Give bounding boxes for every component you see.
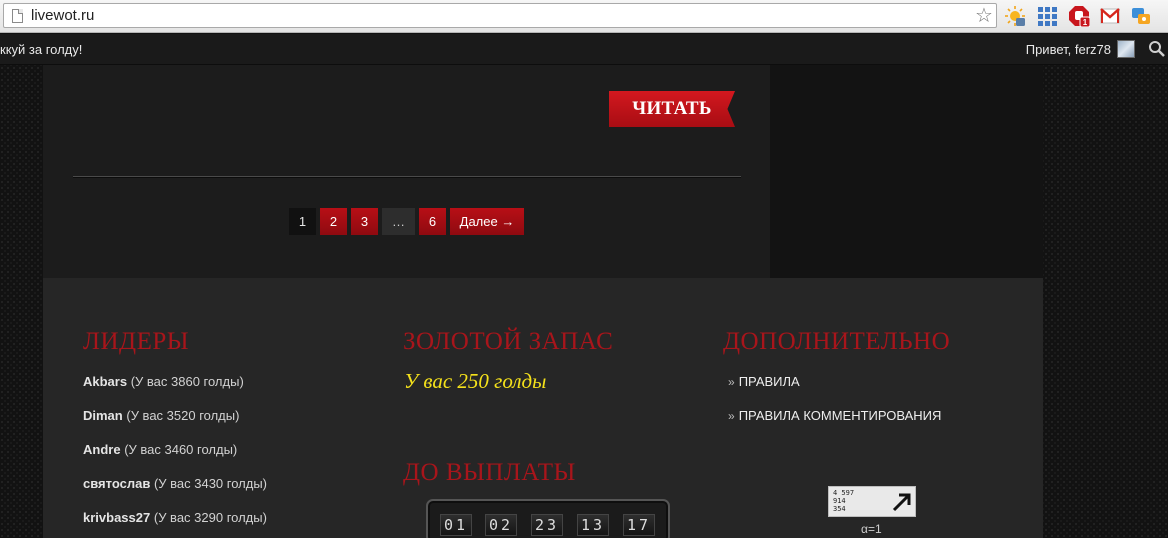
- next-page-button[interactable]: Далее →: [450, 208, 524, 235]
- divider: [73, 176, 741, 177]
- arrow-up-right-icon: [892, 493, 911, 512]
- url-text[interactable]: livewot.ru: [31, 7, 94, 24]
- chevron-right-icon: »: [728, 409, 735, 423]
- countdown-digits: 01: [440, 514, 472, 536]
- visitor-counter[interactable]: 4 597 914 354: [828, 486, 916, 517]
- comment-rules-link-label: ПРАВИЛА КОММЕНТИРОВАНИЯ: [738, 408, 942, 423]
- counter-line: 354: [833, 505, 846, 513]
- user-greeting[interactable]: Привет, ferz78: [1026, 42, 1111, 57]
- page-icon: [12, 9, 23, 23]
- counter-caption: α=1: [861, 522, 882, 536]
- countdown-digits: 17: [623, 514, 655, 536]
- leader-name[interactable]: Andre: [83, 442, 121, 457]
- leader-name[interactable]: святослав: [83, 476, 150, 491]
- counter-line: 914: [833, 497, 846, 505]
- page-ellipsis: …: [382, 208, 415, 235]
- list-item: святослав (У вас 3430 голды): [83, 476, 267, 491]
- leaders-title: ЛИДЕРЫ: [83, 328, 190, 355]
- list-item: Akbars (У вас 3860 голды): [83, 374, 244, 389]
- footer: ЛИДЕРЫ Akbars (У вас 3860 голды) Diman (…: [43, 278, 1043, 538]
- gold-balance: У вас 250 голды: [404, 369, 547, 393]
- countdown-digits: 02: [485, 514, 517, 536]
- page-2-button[interactable]: 2: [320, 208, 347, 235]
- counter-line: 4 597: [833, 489, 855, 497]
- leader-gold: (У вас 3860 голды): [130, 374, 244, 389]
- additional-title: ДОПОЛНИТЕЛЬНО: [723, 328, 951, 355]
- countdown-digits: 23: [531, 514, 563, 536]
- page-6-button[interactable]: 6: [419, 208, 446, 235]
- browser-toolbar: livewot.ru ☆ 1: [0, 0, 1168, 33]
- list-item: Diman (У вас 3520 голды): [83, 408, 239, 423]
- rules-link-label: ПРАВИЛА: [738, 374, 800, 389]
- svg-text:1: 1: [1083, 18, 1088, 27]
- page-1-button[interactable]: 1: [289, 208, 316, 235]
- main-content: ЧИТАТЬ 1 2 3 … 6 Далее →: [43, 65, 770, 278]
- leader-name[interactable]: Diman: [83, 408, 123, 423]
- list-item: Andre (У вас 3460 голды): [83, 442, 237, 457]
- payout-title: ДО ВЫПЛАТЫ: [403, 459, 576, 486]
- translate-extension-icon[interactable]: [1130, 5, 1152, 27]
- bookmark-star-icon[interactable]: ☆: [975, 4, 993, 28]
- comment-rules-link[interactable]: » ПРАВИЛА КОММЕНТИРОВАНИЯ: [728, 408, 941, 423]
- countdown-digits: 13: [577, 514, 609, 536]
- leader-name[interactable]: krivbass27: [83, 510, 150, 525]
- rules-link[interactable]: » ПРАВИЛА: [728, 374, 800, 389]
- leader-gold: (У вас 3520 голды): [126, 408, 240, 423]
- counter-numbers: 4 597 914 354: [833, 489, 854, 513]
- page-3-button[interactable]: 3: [351, 208, 378, 235]
- site-top-bar: ккуй за голду! Привет, ferz78: [0, 34, 1168, 65]
- avatar[interactable]: [1117, 40, 1135, 58]
- sidebar: [770, 65, 1043, 278]
- adblock-icon[interactable]: 1: [1068, 5, 1090, 27]
- gold-reserve-title: ЗОЛОТОЙ ЗАПАС: [403, 328, 614, 355]
- read-more-button[interactable]: ЧИТАТЬ: [609, 91, 735, 127]
- leader-name[interactable]: Akbars: [83, 374, 127, 389]
- news-ticker[interactable]: ккуй за голду!: [0, 42, 82, 57]
- countdown-timer: 01 02 23 13 17: [426, 499, 670, 538]
- leader-gold: (У вас 3430 голды): [153, 476, 268, 491]
- apps-grid-icon[interactable]: [1036, 5, 1058, 27]
- leader-gold: (У вас 3460 голды): [124, 442, 238, 457]
- gmail-icon[interactable]: [1099, 5, 1121, 27]
- chevron-right-icon: »: [728, 375, 735, 389]
- list-item: krivbass27 (У вас 3290 голды): [83, 510, 267, 525]
- weather-extension-icon[interactable]: [1004, 5, 1026, 27]
- leader-gold: (У вас 3290 голды): [153, 510, 267, 525]
- search-icon[interactable]: [1148, 40, 1166, 58]
- address-bar[interactable]: livewot.ru ☆: [3, 3, 997, 28]
